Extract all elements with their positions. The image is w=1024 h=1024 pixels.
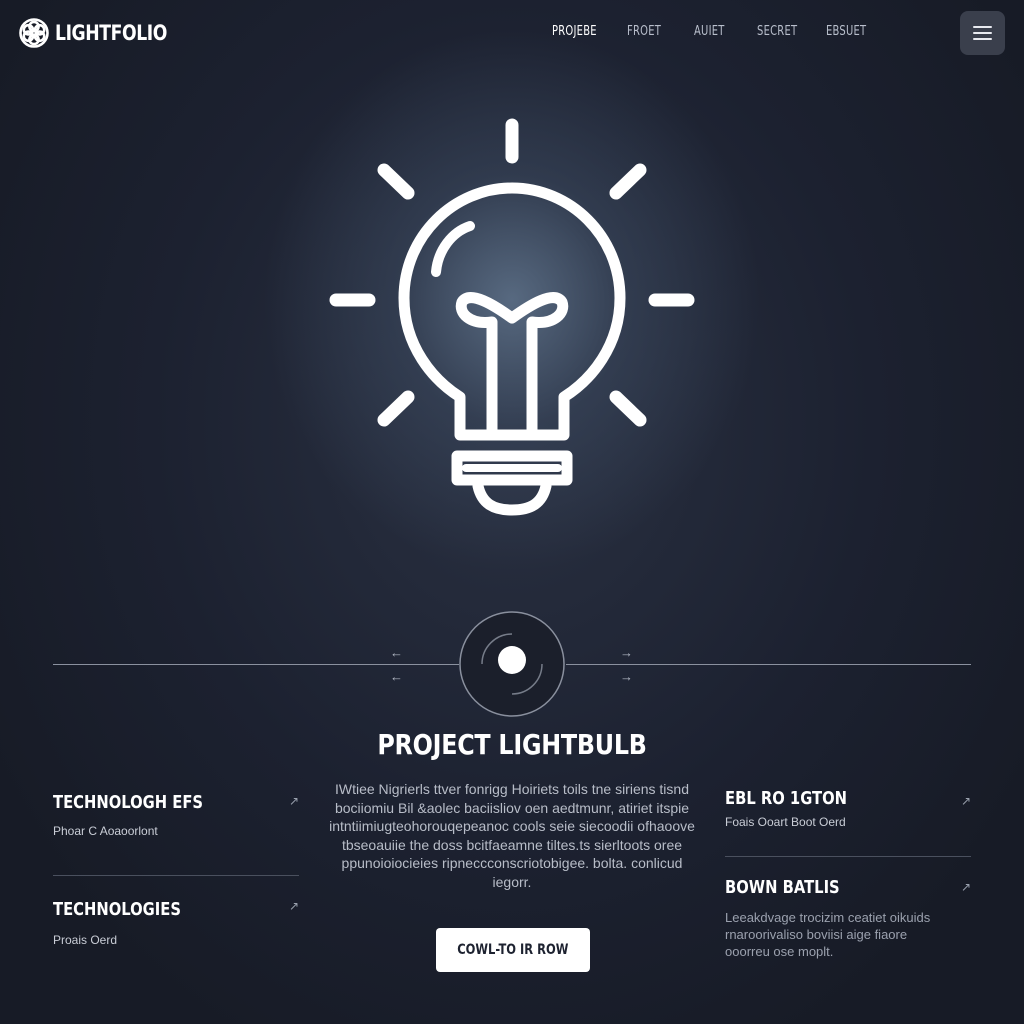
card-title: EBL RO 1GTON xyxy=(725,788,848,809)
card-technology-efs[interactable]: TECHNOLOGH EFS Phoar C Aoaoorlont ↗ xyxy=(53,792,299,852)
cta-button[interactable]: COWL-TO IR ROW xyxy=(436,928,590,972)
card-ebl-ro-1gton[interactable]: EBL RO 1GTON Foais Ooart Boot Oerd ↗ xyxy=(725,788,971,838)
card-technologies[interactable]: TECHNOLOGIES Proais Oerd ↗ xyxy=(53,899,299,959)
next-arrow-icon[interactable]: → xyxy=(620,646,633,659)
card-subtitle: Phoar C Aoaoorlont xyxy=(53,824,158,838)
nav-link-2[interactable]: FROET xyxy=(627,24,661,39)
prev-arrow-icon[interactable]: ← xyxy=(390,670,403,683)
nav-link-3[interactable]: AUIET xyxy=(694,24,725,39)
nav-link-5[interactable]: EBSUET xyxy=(826,24,866,39)
arrow-up-right-icon: ↗ xyxy=(961,880,972,894)
project-title: PROJECT LIGHTBULB xyxy=(377,728,647,761)
card-title: TECHNOLOGIES xyxy=(53,899,181,920)
card-subtitle: Foais Ooart Boot Oerd xyxy=(725,815,846,829)
card-body: Leeakdvage trocizim ceatiet oikuids rnar… xyxy=(725,910,931,959)
brand[interactable]: LIGHTFOLIO xyxy=(18,15,192,51)
lightbulb-icon xyxy=(329,118,695,516)
card-title: BOWN BATLIS xyxy=(725,877,840,898)
arrow-up-right-icon: ↗ xyxy=(961,794,972,808)
cta-label: COWL-TO IR ROW xyxy=(457,942,569,958)
brand-name: LIGHTFOLIO xyxy=(55,21,167,45)
hexagon-logo-icon xyxy=(19,18,49,48)
circle-dot-icon[interactable] xyxy=(458,610,566,718)
prev-arrow-icon[interactable]: ← xyxy=(390,646,403,659)
nav-link-projects[interactable]: PROJEBE xyxy=(552,24,597,39)
divider-right xyxy=(566,664,971,665)
project-description: IWtiee Nigrierls ttver fonrigg Hoiriets … xyxy=(329,781,695,890)
next-arrow-icon[interactable]: → xyxy=(620,670,633,683)
top-navigation: LIGHTFOLIO PROJEBE FROET AUIET SECRET EB… xyxy=(0,0,1024,68)
card-separator xyxy=(53,875,299,876)
hamburger-icon-bar xyxy=(973,38,992,40)
hamburger-icon-bar xyxy=(973,26,992,28)
card-separator xyxy=(725,856,971,857)
divider-left xyxy=(53,664,459,665)
arrow-up-right-icon: ↗ xyxy=(289,794,300,808)
hamburger-icon-bar xyxy=(973,32,992,34)
nav-link-4[interactable]: SECRET xyxy=(757,24,797,39)
card-title: TECHNOLOGH EFS xyxy=(53,792,204,813)
card-subtitle: Proais Oerd xyxy=(53,933,118,947)
arrow-up-right-icon: ↗ xyxy=(289,899,300,913)
card-bown-batlis[interactable]: BOWN BATLIS Leeakdvage trocizim ceatiet … xyxy=(725,877,971,967)
menu-button[interactable] xyxy=(960,11,1005,55)
